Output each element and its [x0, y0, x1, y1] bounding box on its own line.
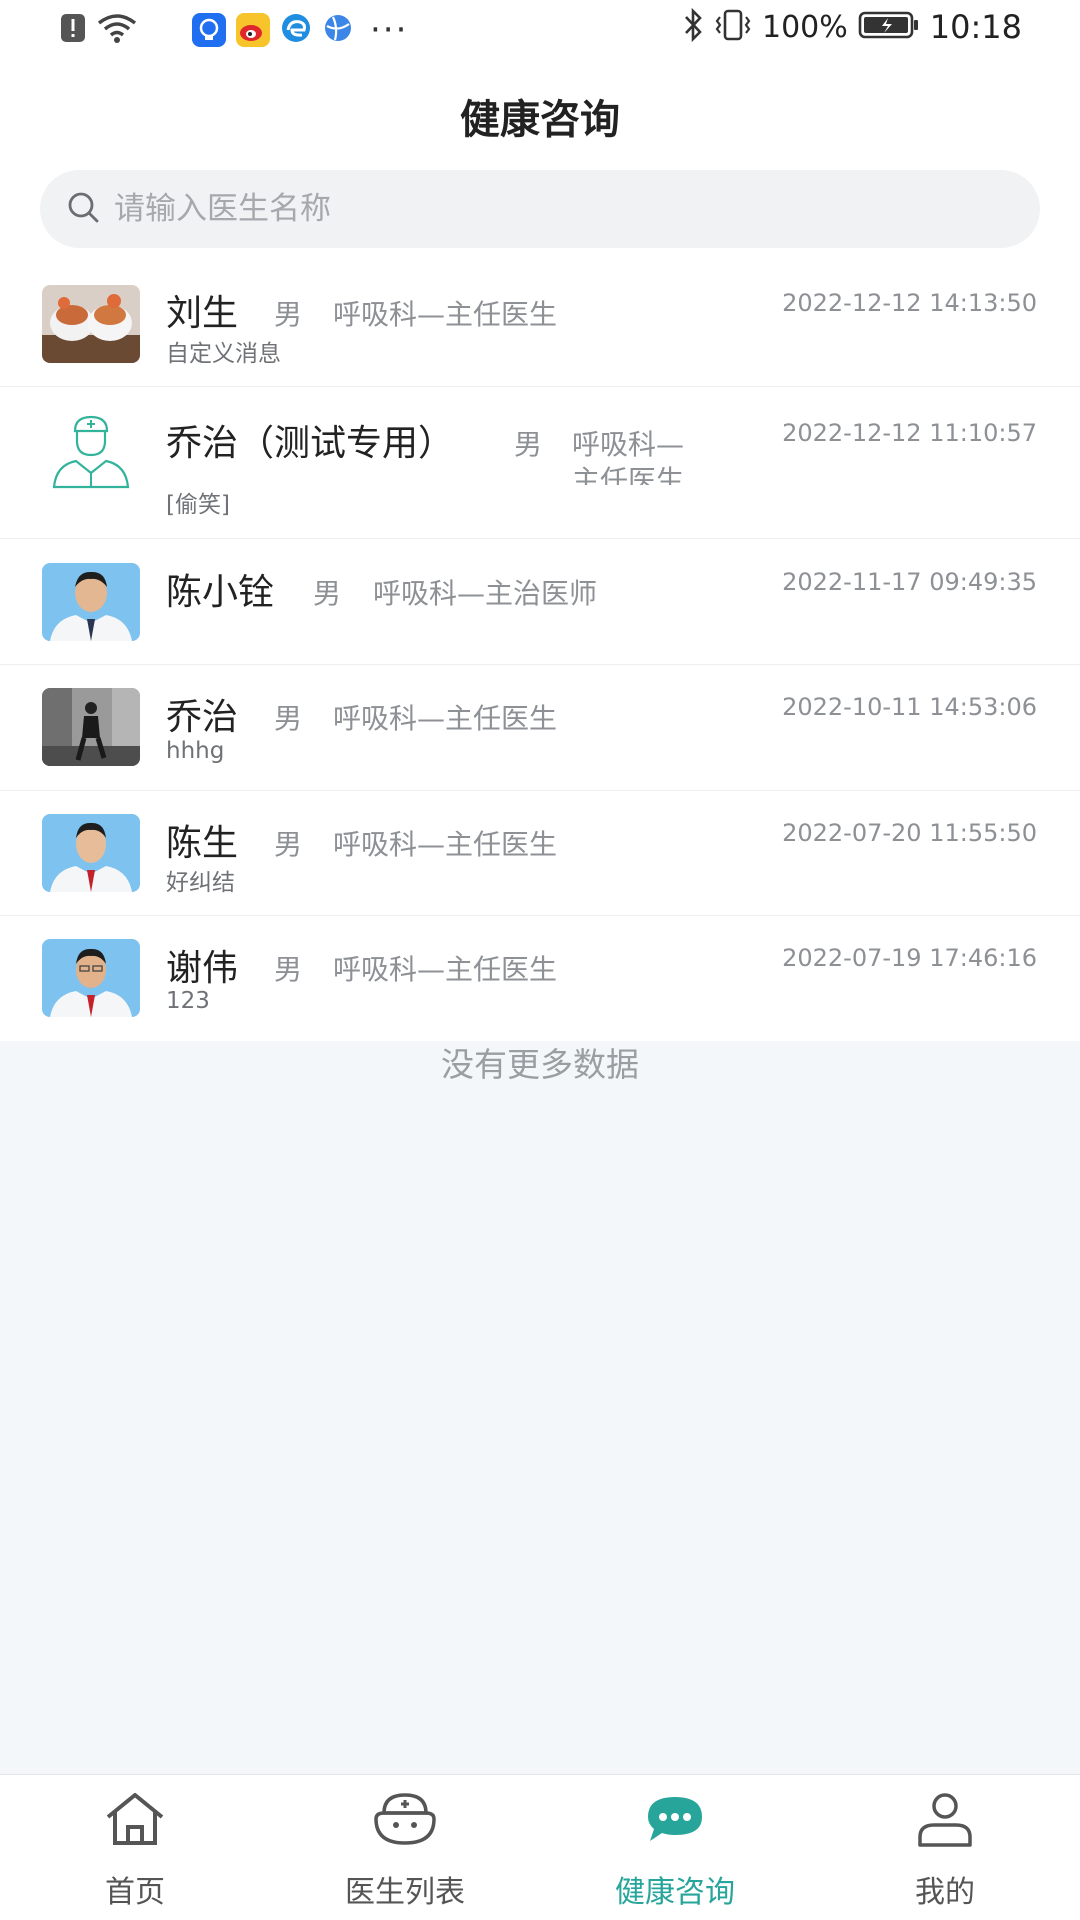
- home-icon: [100, 1789, 170, 1849]
- battery-percent: 100%: [762, 9, 848, 45]
- tab-mine[interactable]: 我的: [810, 1775, 1080, 1920]
- tab-label: 健康咨询: [615, 1875, 735, 1910]
- no-more-data-text: 没有更多数据: [441, 1045, 639, 1084]
- doctor-department-line2: 主任医生: [572, 464, 685, 485]
- doctor-name: 乔治: [166, 697, 239, 738]
- doctor-department: 呼吸科—主任医生: [333, 298, 558, 331]
- consultation-row[interactable]: 乔治（测试专用） 男 呼吸科— 主任医生 2022-12-12 11:10:57…: [0, 387, 1080, 539]
- doctor-name: 陈生: [166, 823, 239, 864]
- page-title: 健康咨询: [460, 97, 620, 143]
- doctor-department: 呼吸科—主治医师: [373, 577, 598, 610]
- message-time: 2022-12-12 14:13:50: [782, 289, 1037, 317]
- tab-doctor-list[interactable]: 医生列表: [270, 1775, 540, 1920]
- doctor-gender: 男: [274, 702, 303, 735]
- last-message: [偷笑]: [166, 492, 230, 518]
- user-icon: [910, 1789, 980, 1849]
- message-time: 2022-10-11 14:53:06: [782, 693, 1037, 721]
- doctor-avatar: [42, 688, 140, 766]
- bottom-tab-bar: 首页 医生列表 健康咨询 我的: [0, 1774, 1080, 1920]
- doctor-avatar: [42, 814, 140, 892]
- message-time: 2022-07-19 17:46:16: [782, 944, 1037, 972]
- doctor-avatar: [42, 563, 140, 641]
- doctor-name: 陈小铨: [166, 572, 275, 613]
- bluetooth-icon: [682, 7, 704, 46]
- clock: 10:18: [929, 8, 1022, 46]
- consultation-row[interactable]: 陈小铨 男 呼吸科—主治医师 2022-11-17 09:49:35: [0, 539, 1080, 665]
- edge-browser-icon: [280, 12, 312, 48]
- tab-home[interactable]: 首页: [0, 1775, 270, 1920]
- message-time: 2022-07-20 11:55:50: [782, 819, 1037, 847]
- notification-alert-icon: [60, 12, 86, 48]
- consultation-row[interactable]: 刘生 男 呼吸科—主任医生 2022-12-12 14:13:50 自定义消息: [0, 260, 1080, 387]
- message-time: 2022-11-17 09:49:35: [782, 568, 1037, 596]
- doctor-name: 谢伟: [166, 948, 239, 989]
- doctor-department: 呼吸科—主任医生: [333, 702, 558, 735]
- wifi-icon: [96, 12, 138, 48]
- tab-label: 医生列表: [345, 1875, 465, 1910]
- page-header: 健康咨询: [0, 62, 1080, 170]
- doctor-gender: 男: [274, 298, 303, 331]
- doctor-department: 呼吸科—主任医生: [333, 828, 558, 861]
- search-input[interactable]: [114, 191, 994, 227]
- consultation-list: 刘生 男 呼吸科—主任医生 2022-12-12 14:13:50 自定义消息 …: [0, 260, 1080, 1041]
- more-notifications-icon: ···: [370, 10, 409, 50]
- tab-health-consult[interactable]: 健康咨询: [540, 1775, 810, 1920]
- doctor-avatar: [42, 939, 140, 1017]
- last-message: 123: [166, 988, 210, 1014]
- weibo-app-icon: [236, 13, 270, 47]
- doctor-name: 乔治（测试专用）: [166, 423, 455, 464]
- doctor-icon: [370, 1789, 440, 1849]
- search-bar[interactable]: [40, 170, 1040, 248]
- doctor-gender: 男: [274, 828, 303, 861]
- last-message: 自定义消息: [166, 341, 281, 367]
- bulb-app-icon: [192, 13, 226, 47]
- last-message: 好纠结: [166, 870, 235, 896]
- status-bar: ··· 100% 10:18: [0, 0, 1080, 62]
- consultation-row[interactable]: 谢伟 男 呼吸科—主任医生 2022-07-19 17:46:16 123: [0, 916, 1080, 1041]
- doctor-name: 刘生: [166, 293, 239, 334]
- message-time: 2022-12-12 11:10:57: [782, 419, 1037, 447]
- doctor-avatar: [42, 411, 140, 489]
- last-message: hhhg: [166, 738, 225, 764]
- chat-icon: [640, 1789, 710, 1849]
- search-area: [0, 170, 1080, 260]
- doctor-department: 呼吸科—主任医生: [333, 953, 558, 986]
- consultation-row[interactable]: 乔治 男 呼吸科—主任医生 2022-10-11 14:53:06 hhhg: [0, 665, 1080, 791]
- tab-label: 我的: [915, 1875, 975, 1910]
- doctor-gender: 男: [274, 953, 303, 986]
- consultation-row[interactable]: 陈生 男 呼吸科—主任医生 2022-07-20 11:55:50 好纠结: [0, 791, 1080, 916]
- doctor-gender: 男: [313, 577, 342, 610]
- vibrate-icon: [714, 8, 752, 46]
- tab-label: 首页: [105, 1875, 165, 1910]
- doctor-avatar: [42, 285, 140, 363]
- doctor-gender: 男: [514, 428, 543, 461]
- doctor-department-line1: 呼吸科—: [572, 428, 685, 461]
- battery-charging-icon: [858, 10, 920, 44]
- globe-app-icon: [322, 12, 354, 48]
- search-icon: [66, 190, 100, 228]
